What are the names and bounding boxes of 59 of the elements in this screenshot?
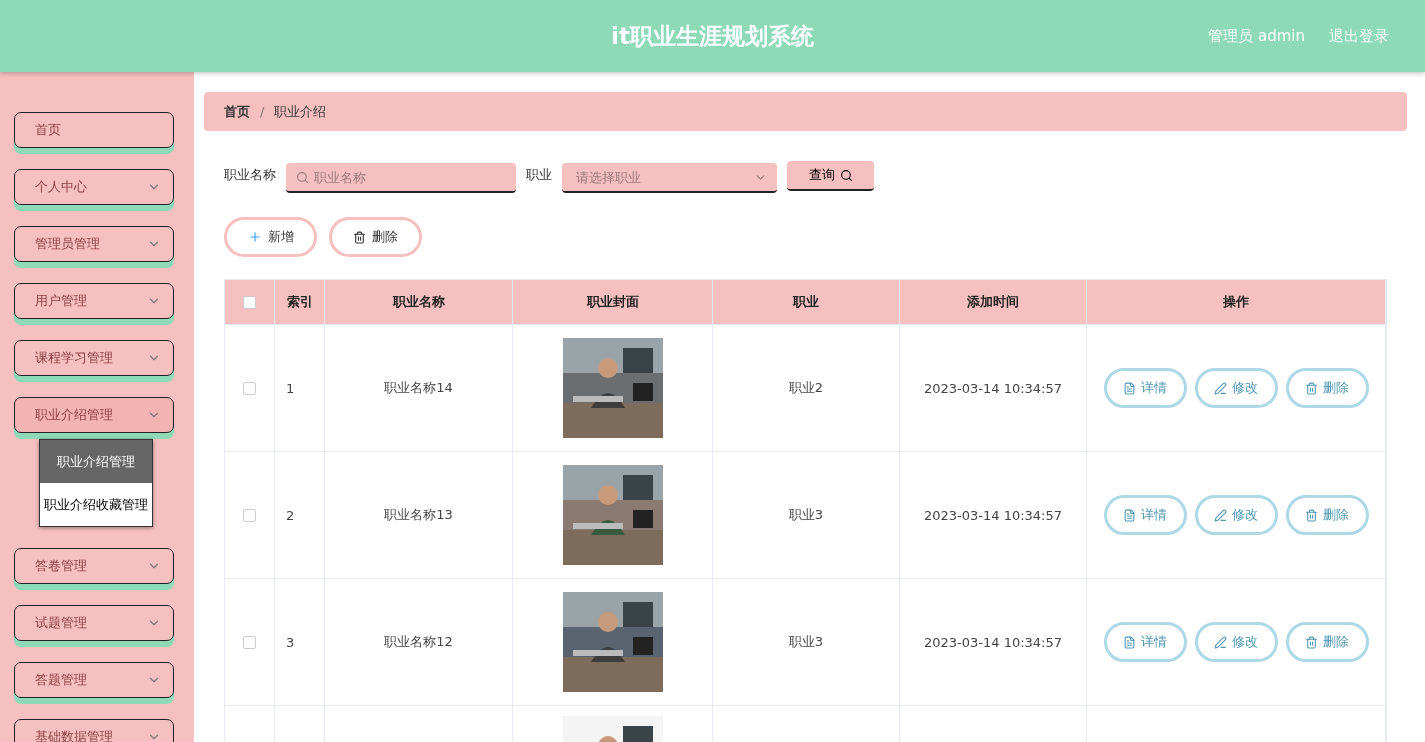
breadcrumb-item[interactable]: 职业介绍 [274,102,327,121]
row-checkbox[interactable] [243,381,256,395]
app-title: it职业生涯规划系统 [611,21,814,51]
table-cell: 2 [275,451,325,578]
table-cell: 2023-03-14 10:34:57 [900,578,1087,705]
column-header: 职业名称 [325,280,513,324]
table-cell: 职业名称13 [325,451,513,578]
row-action-button[interactable]: 删除 [1285,495,1369,535]
submenu-item[interactable]: 职业介绍收藏管理 [40,483,152,526]
table-cell: 职业3 [713,451,900,578]
row-action-button[interactable]: 详情 [1103,368,1187,408]
sidebar-item[interactable]: 基础数据管理 [14,719,174,742]
field-label: 职业 [526,166,552,184]
select-all-checkbox[interactable] [243,295,256,309]
document-icon [1123,635,1136,649]
field-label: 职业名称 [224,166,276,184]
pencil-icon [1214,381,1227,395]
column-header: 职业 [713,280,900,324]
trash-icon [1305,635,1318,649]
row-action-button[interactable]: 修改 [1194,622,1278,662]
pencil-icon [1214,508,1227,522]
column-header: 添加时间 [900,280,1087,324]
plus-icon [247,230,262,244]
trash-icon [1305,381,1318,395]
submenu-item[interactable]: 职业介绍管理 [40,440,152,483]
document-icon [1123,381,1136,395]
user-name: 管理员 admin [1208,26,1305,46]
table-cell: 3 [275,578,325,705]
name-search-field[interactable]: 职业名称 [286,163,516,193]
breadcrumb-item[interactable]: 首页 [224,102,250,121]
row-action-button[interactable]: 详情 [1103,622,1187,662]
pencil-icon [1214,635,1227,649]
table-cell: 职业2 [713,324,900,451]
row-action-button[interactable]: 删除 [1285,368,1369,408]
row-action-button[interactable]: 删除 [1285,622,1369,662]
trash-icon [1305,508,1318,522]
add-button[interactable]: 新增 [224,217,317,257]
breadcrumb-separator: / [260,104,265,119]
table-cell: 职业名称14 [325,324,513,451]
row-action-button[interactable]: 修改 [1194,495,1278,535]
column-header: 索引 [275,280,325,324]
row-checkbox[interactable] [243,635,256,649]
table-cell: 职业3 [713,578,900,705]
delete-button[interactable]: 删除 [329,217,422,257]
column-header: 操作 [1087,280,1386,324]
trash-icon [353,230,366,244]
table-cell: 1 [275,324,325,451]
query-button[interactable]: 查询 [787,161,874,191]
row-checkbox[interactable] [243,508,256,522]
search-icon [296,171,309,184]
column-header: 职业封面 [513,280,713,324]
table-cell: 职业名称12 [325,578,513,705]
document-icon [1123,508,1136,522]
search-icon [839,168,853,182]
job-select[interactable]: 请选择职业 [562,163,777,193]
row-action-button[interactable]: 修改 [1194,368,1278,408]
table-cell: 2023-03-14 10:34:57 [900,451,1087,578]
table-cell: 2023-03-14 10:34:57 [900,324,1087,451]
row-action-button[interactable]: 详情 [1103,495,1187,535]
